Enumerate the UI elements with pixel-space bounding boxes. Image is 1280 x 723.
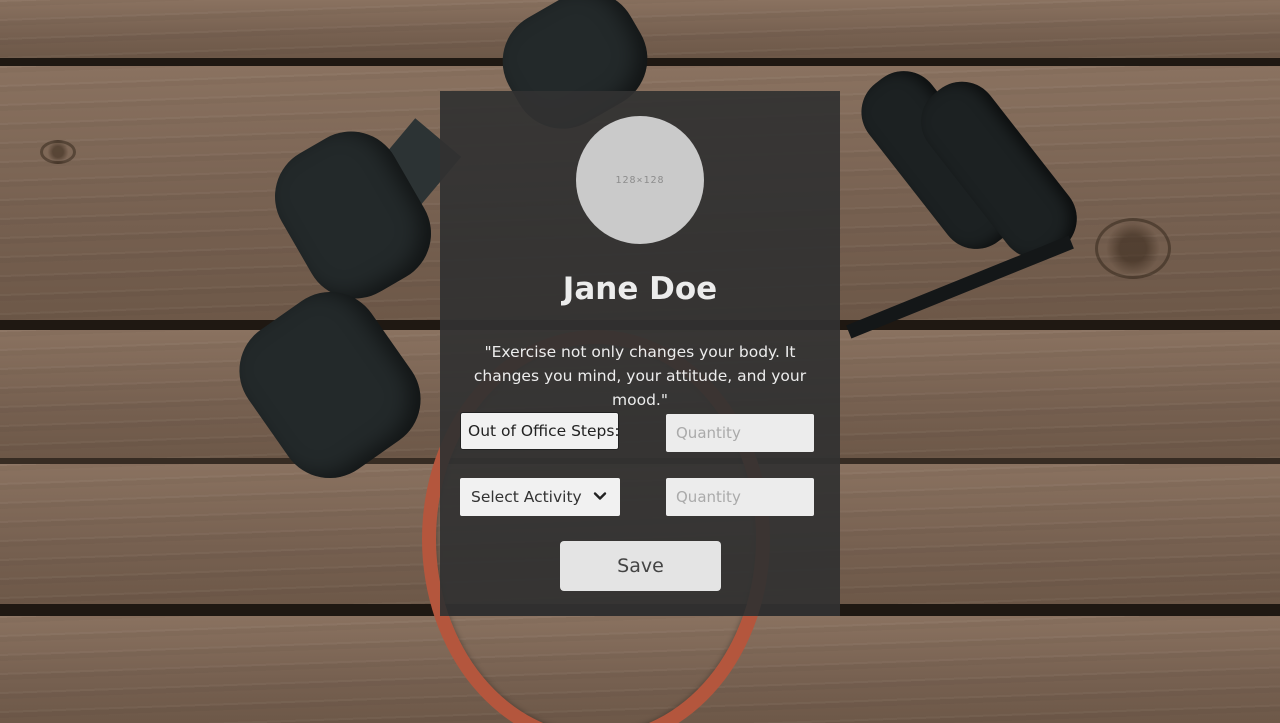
steps-label: Out of Office Steps: [460,412,620,450]
activity-quantity-input[interactable] [666,478,814,516]
profile-quote: "Exercise not only changes your body. It… [473,343,807,409]
profile-card: 128×128 Jane Doe "Exercise not only chan… [440,91,840,616]
avatar-placeholder-text: 128×128 [615,174,665,186]
chevron-down-icon [593,492,607,500]
avatar: 128×128 [576,116,704,244]
profile-name: Jane Doe [562,271,718,307]
save-button[interactable]: Save [560,541,721,591]
activity-select-value: Select Activity [471,488,582,506]
activity-select[interactable]: Select Activity [460,478,620,516]
steps-quantity-input[interactable] [666,414,814,452]
